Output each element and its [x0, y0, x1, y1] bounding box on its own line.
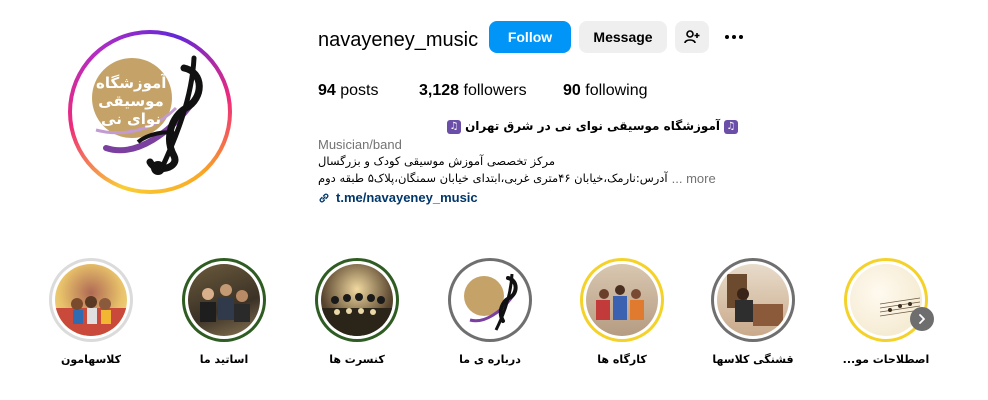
- highlight-thumbnail: [188, 264, 260, 336]
- bio-address-row: آدرس:نارمک،خیابان ۴۶متری غربی،ابتدای خیا…: [318, 170, 738, 187]
- profile-username: navayeney_music: [318, 29, 479, 51]
- dot: [725, 35, 729, 39]
- chevron-right-icon: [919, 314, 925, 324]
- following-number: 90: [563, 82, 581, 99]
- highlight-border: [451, 261, 529, 339]
- bio-link-text: t.me/navayeney_music: [336, 190, 478, 205]
- story-highlight[interactable]: کلاسهامون: [46, 258, 136, 366]
- posts-label: posts: [340, 82, 379, 99]
- classes-photo: [55, 296, 127, 336]
- highlight-ring: [580, 258, 664, 342]
- classes-beauty-photo: [727, 274, 783, 326]
- avatar-border: آموزشگاه موسیقی نوای نی: [72, 34, 228, 190]
- highlight-label: قشنگی کلاسها: [712, 353, 794, 366]
- follow-button[interactable]: Follow: [489, 21, 571, 53]
- bio-address: آدرس:نارمک،خیابان ۴۶متری غربی،ابتدای خیا…: [318, 171, 668, 185]
- bio-external-link[interactable]: t.me/navayeney_music: [318, 189, 738, 206]
- highlight-ring: [711, 258, 795, 342]
- music-note-icon: ♫: [447, 119, 462, 134]
- highlight-border: [714, 261, 792, 339]
- music-note-icon: ♫: [724, 119, 738, 134]
- highlight-label: درباره ی ما: [459, 353, 521, 366]
- profile-avatar[interactable]: آموزشگاه موسیقی نوای نی: [68, 30, 232, 194]
- suggested-users-button[interactable]: [675, 21, 709, 53]
- highlight-border: [185, 261, 263, 339]
- highlight-border: [52, 261, 130, 339]
- following-label: following: [585, 82, 648, 99]
- story-highlight[interactable]: قشنگی کلاسها: [708, 258, 798, 366]
- following-link[interactable]: 90 following: [563, 82, 648, 100]
- person-add-icon: [684, 30, 700, 44]
- bio-full-name: آموزشگاه موسیقی نوای نی در شرق تهران: [465, 119, 720, 133]
- story-highlight[interactable]: درباره ی ما: [445, 258, 535, 366]
- highlight-thumbnail: [321, 264, 393, 336]
- highlight-ring: [448, 258, 532, 342]
- highlight-ring: [49, 258, 133, 342]
- highlight-label: اساتید ما: [199, 353, 249, 366]
- followers-label: followers: [463, 82, 527, 99]
- story-highlight[interactable]: کنسرت ها: [312, 258, 402, 366]
- about-logo-image: [464, 273, 518, 331]
- highlight-thumbnail: [586, 264, 658, 336]
- bio-more-link[interactable]: ... more: [672, 170, 716, 187]
- logo-text: آموزشگاه موسیقی نوای نی: [96, 74, 167, 128]
- message-button[interactable]: Message: [579, 21, 667, 53]
- bio-line: مرکز تخصصی آموزش موسیقی کودک و بزرگسال: [318, 154, 555, 168]
- highlight-border: [318, 261, 396, 339]
- bio-name-row: ♫ آموزشگاه موسیقی نوای نی در شرق تهران ♫: [318, 118, 738, 135]
- dot: [732, 35, 736, 39]
- followers-link[interactable]: 3,128 followers: [419, 82, 527, 100]
- workshops-photo: [596, 285, 644, 320]
- posts-number: 94: [318, 82, 336, 99]
- more-options-icon[interactable]: [720, 26, 748, 48]
- highlight-ring: [182, 258, 266, 342]
- highlight-thumbnail: [55, 264, 127, 336]
- highlight-ring: [315, 258, 399, 342]
- highlight-label: کنسرت ها: [329, 353, 385, 366]
- posts-count: 94 posts: [318, 82, 379, 100]
- story-highlight[interactable]: اساتید ما: [179, 258, 269, 366]
- followers-number: 3,128: [419, 82, 460, 99]
- link-icon: [319, 193, 329, 202]
- story-highlight[interactable]: کارگاه ها: [577, 258, 667, 366]
- highlight-border: [583, 261, 661, 339]
- highlight-thumbnail: [454, 264, 526, 336]
- highlight-label: کارگاه ها: [597, 353, 647, 366]
- avatar-logo-image: آموزشگاه موسیقی نوای نی: [76, 38, 224, 186]
- dot: [739, 35, 743, 39]
- highlight-label: کلاسهامون: [60, 353, 122, 366]
- profile-bio: ♫ آموزشگاه موسیقی نوای نی در شرق تهران ♫…: [318, 118, 738, 206]
- highlight-label: اصطلاحات مو...: [842, 353, 930, 366]
- highlight-thumbnail: [717, 264, 789, 336]
- teachers-photo: [200, 284, 250, 322]
- highlights-next-button[interactable]: [910, 307, 934, 331]
- bio-category: Musician/band: [318, 137, 402, 152]
- concert-photo: [321, 293, 393, 336]
